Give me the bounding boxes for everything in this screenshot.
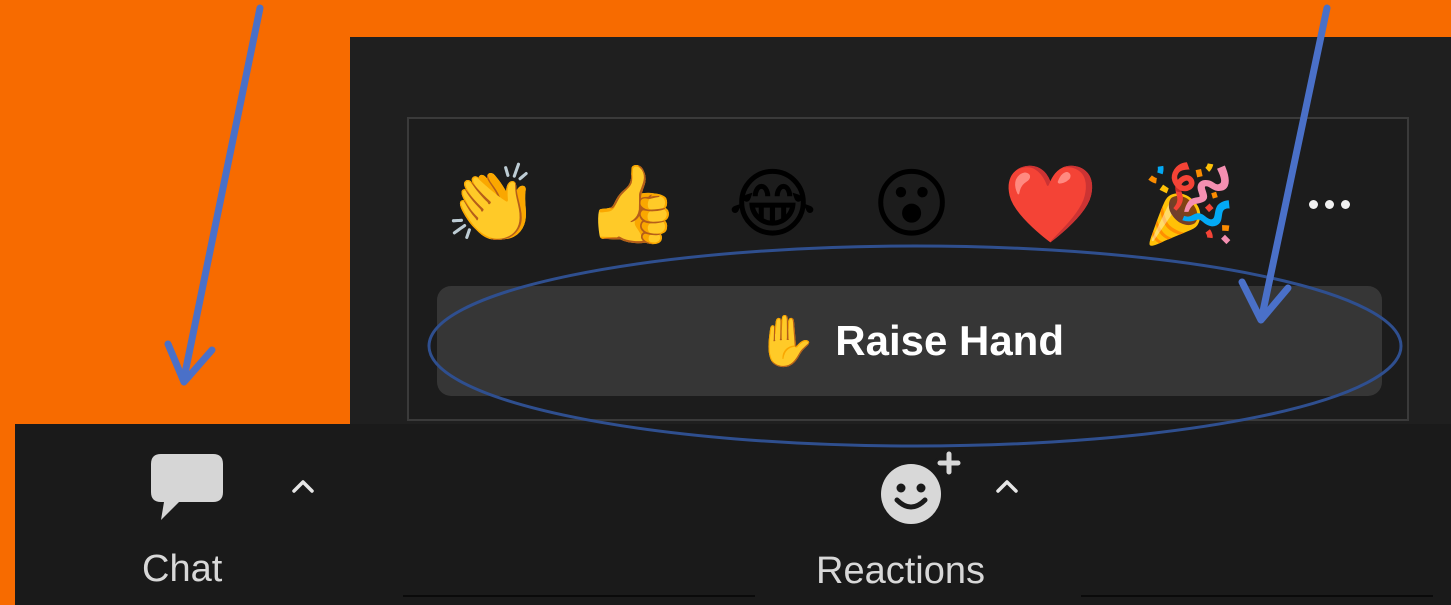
add-reaction-icon: [881, 448, 961, 524]
raise-hand-label: Raise Hand: [835, 317, 1064, 364]
toolbar-divider: [1081, 595, 1433, 597]
ellipsis-icon: [1308, 200, 1318, 209]
reactions-options-button[interactable]: [985, 464, 1029, 508]
ellipsis-icon: [1324, 200, 1334, 209]
raise-hand-button[interactable]: ✋ Raise Hand: [437, 286, 1382, 396]
chevron-up-icon: [292, 480, 314, 493]
reactions-popup: 👏 👍 😂 😮 ❤️ 🎉 ✋ Raise Hand: [407, 117, 1409, 421]
red-heart-emoji-button[interactable]: ❤️: [1003, 157, 1098, 252]
chat-options-button[interactable]: [281, 464, 325, 508]
annotation-arrow-chat: [180, 4, 264, 382]
chevron-up-icon: [996, 480, 1018, 493]
raised-hand-icon: ✋: [754, 313, 818, 369]
tears-of-joy-emoji-button[interactable]: 😂: [725, 157, 820, 252]
party-popper-emoji-button[interactable]: 🎉: [1142, 157, 1237, 252]
emoji-row: 👏 👍 😂 😮 ❤️ 🎉: [409, 157, 1407, 252]
reactions-button[interactable]: [861, 446, 981, 526]
chat-bubble-icon: [151, 454, 223, 520]
chat-label: Chat: [142, 548, 223, 590]
surprised-face-emoji-button[interactable]: 😮: [864, 157, 959, 252]
more-reactions-button[interactable]: [1289, 157, 1369, 252]
toolbar-divider: [403, 595, 755, 597]
annotation-arrowhead-chat: [164, 340, 216, 386]
reactions-label: Reactions: [816, 550, 985, 592]
thumbs-up-emoji-button[interactable]: 👍: [585, 157, 680, 252]
clapping-hands-emoji-button[interactable]: 👏: [445, 157, 540, 252]
ellipsis-icon: [1340, 200, 1350, 209]
meeting-toolbar: Chat Reactions: [15, 424, 1451, 605]
chat-button[interactable]: [133, 448, 243, 528]
